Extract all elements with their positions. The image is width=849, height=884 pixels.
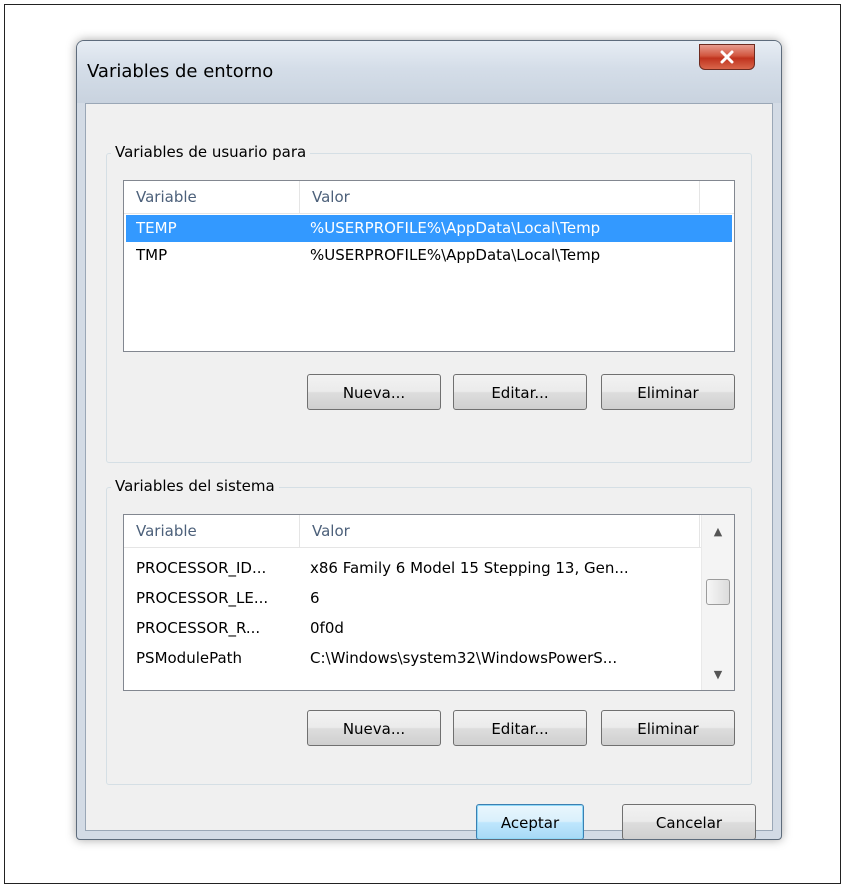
system-var-row[interactable]: PROCESSOR_R... 0f0d: [126, 615, 700, 642]
user-edit-button[interactable]: Editar...: [453, 374, 587, 410]
list-header: Variable Valor: [124, 515, 702, 548]
close-icon: [720, 50, 734, 64]
system-delete-button[interactable]: Eliminar: [601, 710, 735, 746]
dialog-client-area: Variables de usuario para Variable Valor…: [85, 103, 773, 839]
user-var-row-selected[interactable]: TEMP %USERPROFILE%\AppData\Local\Temp: [126, 215, 732, 242]
system-var-row[interactable]: PROCESSOR_LE... 6: [126, 585, 700, 612]
user-variables-label: Variables de usuario para: [111, 143, 311, 161]
var-name: PROCESSOR_LE...: [136, 589, 269, 607]
var-value: x86 Family 6 Model 15 Stepping 13, Gen..…: [310, 559, 629, 577]
user-var-row[interactable]: TMP %USERPROFILE%\AppData\Local\Temp: [126, 242, 732, 269]
system-variables-label: Variables del sistema: [111, 477, 279, 495]
system-var-row[interactable]: PSModulePath C:\Windows\system32\Windows…: [126, 645, 700, 672]
column-header-variable[interactable]: Variable: [124, 181, 300, 213]
scroll-down-arrow-icon[interactable]: ▼: [702, 660, 734, 688]
var-value: C:\Windows\system32\WindowsPowerS...: [310, 649, 618, 667]
user-delete-button[interactable]: Eliminar: [601, 374, 735, 410]
system-variables-list[interactable]: Variable Valor PROCESSOR_ID... x86 Famil…: [123, 514, 735, 691]
ok-button[interactable]: Aceptar: [476, 804, 584, 839]
var-value: 0f0d: [310, 619, 344, 637]
title-bar[interactable]: Variables de entorno: [77, 41, 781, 103]
list-header: Variable Valor: [124, 181, 734, 214]
var-name: PROCESSOR_R...: [136, 619, 261, 637]
close-button[interactable]: [699, 44, 755, 70]
var-value: 6: [310, 589, 320, 607]
system-variables-group: Variables del sistema Variable Valor PRO…: [106, 477, 752, 785]
var-value: %USERPROFILE%\AppData\Local\Temp: [310, 246, 601, 264]
scroll-thumb[interactable]: [706, 579, 730, 605]
var-name: TMP: [136, 246, 168, 264]
var-name: PSModulePath: [136, 649, 243, 667]
scroll-up-arrow-icon[interactable]: ▲: [702, 517, 734, 545]
user-variables-group: Variables de usuario para Variable Valor…: [106, 143, 752, 463]
var-name: PROCESSOR_ID...: [136, 559, 267, 577]
var-value: %USERPROFILE%\AppData\Local\Temp: [310, 219, 601, 237]
user-variables-list[interactable]: Variable Valor TEMP %USERPROFILE%\AppDat…: [123, 180, 735, 352]
cancel-button[interactable]: Cancelar: [622, 804, 756, 839]
user-new-button[interactable]: Nueva...: [307, 374, 441, 410]
environment-variables-dialog: Variables de entorno Variables de usuari…: [76, 40, 782, 840]
system-new-button[interactable]: Nueva...: [307, 710, 441, 746]
window-title: Variables de entorno: [87, 61, 274, 82]
var-name: TEMP: [136, 219, 177, 237]
column-header-variable[interactable]: Variable: [124, 515, 300, 547]
vertical-scrollbar[interactable]: ▲ ▼: [701, 515, 734, 690]
system-edit-button[interactable]: Editar...: [453, 710, 587, 746]
column-header-value[interactable]: Valor: [300, 181, 700, 213]
system-var-row[interactable]: PROCESSOR_ID... x86 Family 6 Model 15 St…: [126, 555, 700, 582]
column-header-value[interactable]: Valor: [300, 515, 700, 547]
